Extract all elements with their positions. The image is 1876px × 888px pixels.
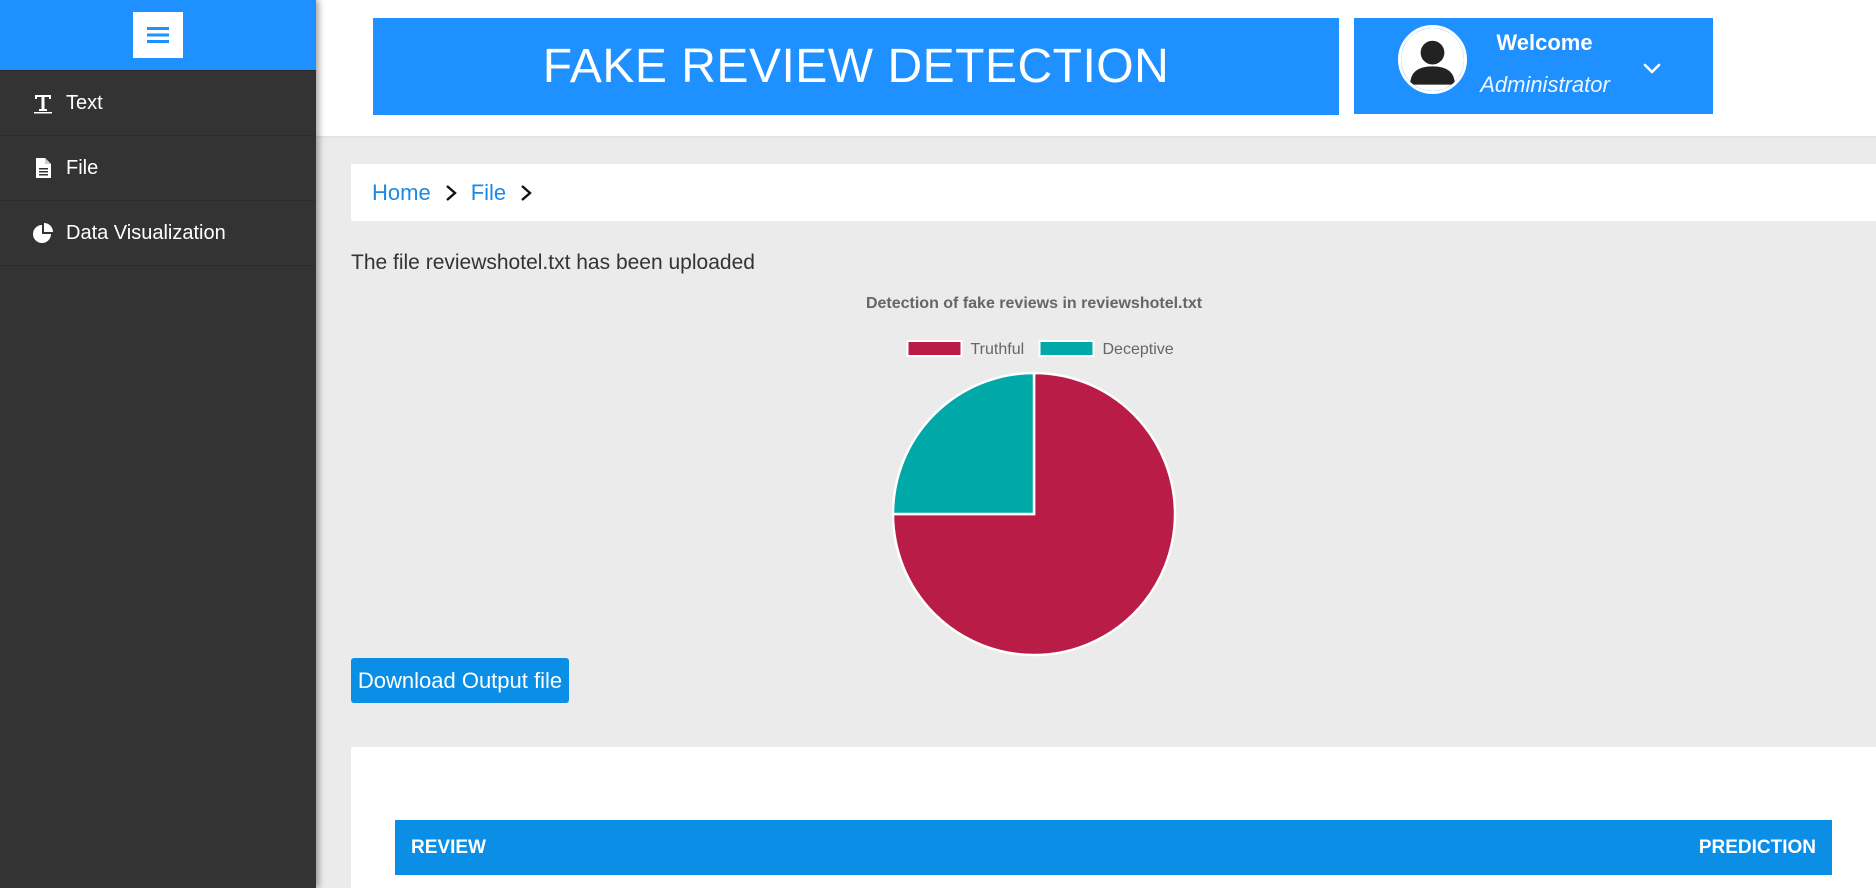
pie-slice-deceptive[interactable] [891, 371, 1036, 516]
file-document-icon [32, 157, 54, 179]
sidebar-item-data-visualization[interactable]: Data Visualization [0, 201, 316, 266]
legend-swatch-deceptive[interactable] [1038, 340, 1095, 357]
pie-chart: Detection of fake reviews in reviewshote… [866, 295, 1203, 657]
upload-status-message: The file reviewshotel.txt has been uploa… [351, 251, 755, 274]
hamburger-menu-icon [147, 27, 169, 43]
sidebar-item-label: Text [66, 91, 103, 114]
user-role: Administrator [1480, 72, 1610, 97]
sidebar-item-label: File [66, 156, 99, 179]
legend-label-truthful[interactable]: Truthful [971, 341, 1025, 358]
chevron-down-icon[interactable] [1640, 56, 1664, 80]
breadcrumb-file[interactable]: File [471, 180, 506, 206]
table-header: REVIEW PREDICTION [395, 820, 1832, 875]
pie-chart-icon [32, 222, 54, 244]
sidebar-header [0, 0, 316, 71]
chevron-right-icon [521, 184, 532, 201]
results-table-panel: REVIEW PREDICTION [351, 747, 1876, 888]
chevron-right-icon [445, 184, 457, 201]
column-header-prediction: PREDICTION [1698, 836, 1816, 858]
welcome-label: Welcome [1496, 30, 1593, 55]
legend-swatch-truthful[interactable] [906, 340, 963, 357]
page-title: FAKE REVIEW DETECTION [542, 40, 1170, 93]
header: FAKE REVIEW DETECTION Welcome Administra… [316, 0, 1876, 138]
page-title-banner: FAKE REVIEW DETECTION [373, 18, 1339, 115]
user-panel[interactable]: Welcome Administrator [1354, 18, 1713, 114]
sidebar: Text File Data Visualization [0, 0, 316, 888]
hamburger-menu-button[interactable] [133, 12, 183, 58]
chart-title: Detection of fake reviews in reviewshote… [866, 295, 1203, 312]
download-output-button[interactable]: Download Output file [351, 658, 569, 703]
sidebar-item-text[interactable]: Text [0, 71, 316, 136]
sidebar-item-file[interactable]: File [0, 136, 316, 201]
sidebar-item-label: Data Visualization [66, 221, 226, 244]
legend-label-deceptive[interactable]: Deceptive [1103, 341, 1174, 358]
text-format-icon [32, 92, 54, 114]
column-header-review: REVIEW [411, 836, 486, 858]
breadcrumb-home[interactable]: Home [372, 180, 431, 206]
breadcrumb: Home File [351, 164, 1876, 221]
user-avatar-icon [1398, 25, 1467, 94]
